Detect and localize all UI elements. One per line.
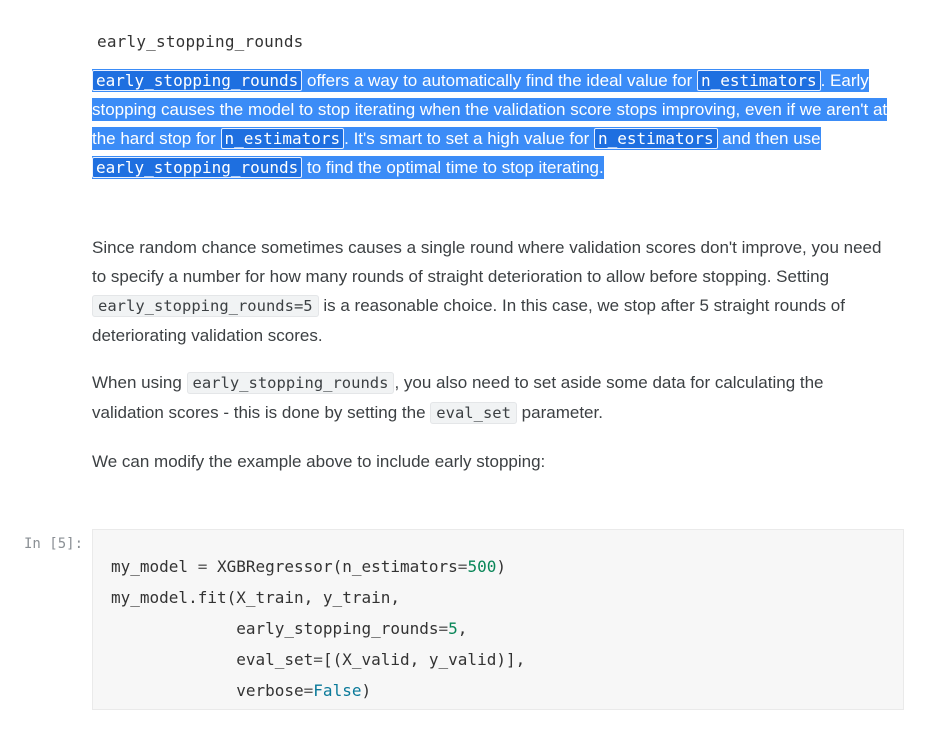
section-heading: early_stopping_rounds (97, 32, 304, 51)
code-token: ) (496, 557, 506, 576)
code-token: 500 (467, 557, 497, 576)
paragraph-deterioration: Since random chance sometimes causes a s… (92, 233, 888, 350)
code-token: = (197, 557, 208, 576)
code-line-4: eval_set=[(X_valid, y_valid)], (111, 650, 525, 669)
selection-highlight: early_stopping_rounds offers a way to au… (92, 69, 888, 179)
paragraph-eval-set: When using early_stopping_rounds, you al… (92, 368, 888, 428)
code-block[interactable]: my_model = XGBRegressor(n_estimators=500… (111, 551, 525, 706)
code-token: verbose (111, 681, 304, 700)
code-token: 5 (448, 619, 458, 638)
text-span: and then use (717, 129, 821, 148)
code-token: early_stopping_rounds (111, 619, 439, 638)
code-token: ) (361, 681, 372, 700)
notebook-page: early_stopping_rounds early_stopping_rou… (0, 0, 934, 729)
inline-code: eval_set (430, 402, 517, 424)
code-token: [(X_valid, y_valid)], (322, 650, 526, 669)
code-token: , (457, 619, 468, 638)
inline-code-n-estimators: n_estimators (220, 128, 345, 149)
code-cell[interactable]: my_model = XGBRegressor(n_estimators=500… (92, 529, 904, 710)
text-span: When using (92, 373, 187, 392)
code-token: = (457, 557, 468, 576)
code-line-3: early_stopping_rounds=5, (111, 619, 467, 638)
text-span: Since random chance sometimes causes a s… (92, 238, 882, 286)
inline-code-n-estimators: n_estimators (593, 128, 718, 149)
text-span: . It's smart to set a high value for (344, 129, 594, 148)
text-span: to find the optimal time to stop iterati… (302, 158, 604, 177)
code-line-1: my_model = XGBRegressor(n_estimators=500… (111, 557, 506, 576)
inline-code-early-stopping-rounds: early_stopping_rounds (92, 70, 303, 91)
code-line-5: verbose=False) (111, 681, 371, 700)
code-token: False (313, 681, 362, 700)
text-span: offers a way to automatically find the i… (302, 71, 697, 90)
inline-code-n-estimators: n_estimators (696, 70, 821, 91)
code-token: = (438, 619, 449, 638)
cell-prompt: In [5]: (24, 536, 84, 552)
code-token: eval_set (111, 650, 314, 669)
code-token: XGBRegressor(n_estimators (207, 557, 458, 576)
inline-code: early_stopping_rounds=5 (92, 295, 319, 317)
inline-code-early-stopping-rounds: early_stopping_rounds (92, 157, 303, 178)
code-line-2: my_model.fit(X_train, y_train, (111, 588, 400, 607)
selected-paragraph[interactable]: early_stopping_rounds offers a way to au… (92, 66, 888, 182)
text-span: parameter. (516, 403, 603, 422)
code-token: my_model (111, 557, 198, 576)
paragraph-modify-example: We can modify the example above to inclu… (92, 452, 546, 471)
code-token: = (313, 650, 323, 669)
inline-code: early_stopping_rounds (186, 372, 395, 394)
code-token: = (303, 681, 314, 700)
